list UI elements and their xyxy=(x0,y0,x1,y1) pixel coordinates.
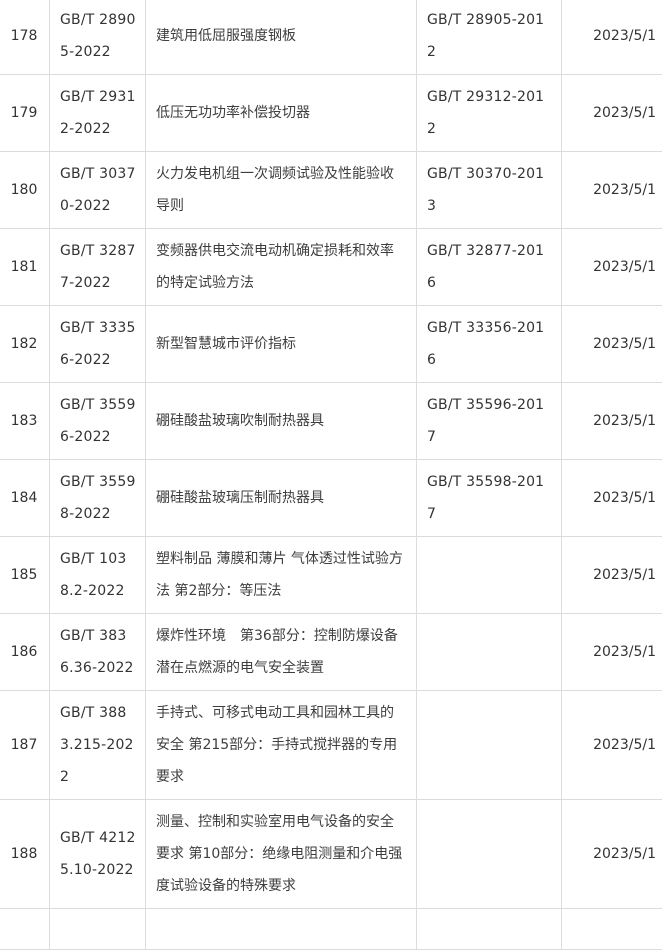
table-cell xyxy=(146,909,417,950)
implementation-date: 2023/5/1 xyxy=(562,383,662,460)
replaced-standard xyxy=(417,800,562,909)
table-row: 187GB/T 3883.215-2022手持式、可移式电动工具和园林工具的安全… xyxy=(0,691,662,800)
replaced-standard: GB/T 32877-2016 xyxy=(417,229,562,306)
replaced-standard xyxy=(417,691,562,800)
standard-code: GB/T 3836.36-2022 xyxy=(50,614,146,691)
standard-name: 新型智慧城市评价指标 xyxy=(146,306,417,383)
replaced-standard xyxy=(417,614,562,691)
row-number: 184 xyxy=(0,460,50,537)
replaced-standard: GB/T 30370-2013 xyxy=(417,152,562,229)
standards-table: 178GB/T 28905-2022建筑用低屈服强度钢板GB/T 28905-2… xyxy=(0,0,662,950)
standard-name: 硼硅酸盐玻璃压制耐热器具 xyxy=(146,460,417,537)
replaced-standard: GB/T 35596-2017 xyxy=(417,383,562,460)
standard-code: GB/T 42125.10-2022 xyxy=(50,800,146,909)
row-number: 182 xyxy=(0,306,50,383)
row-number: 186 xyxy=(0,614,50,691)
implementation-date: 2023/5/1 xyxy=(562,229,662,306)
table-row: 180GB/T 30370-2022火力发电机组一次调频试验及性能验收导则GB/… xyxy=(0,152,662,229)
standard-code: GB/T 28905-2022 xyxy=(50,0,146,75)
standard-code: GB/T 35598-2022 xyxy=(50,460,146,537)
standards-table-body: 178GB/T 28905-2022建筑用低屈服强度钢板GB/T 28905-2… xyxy=(0,0,662,950)
table-cell xyxy=(562,909,662,950)
table-row: 179GB/T 29312-2022低压无功功率补偿投切器GB/T 29312-… xyxy=(0,75,662,152)
standard-code: GB/T 35596-2022 xyxy=(50,383,146,460)
standard-name: 塑料制品 薄膜和薄片 气体透过性试验方法 第2部分：等压法 xyxy=(146,537,417,614)
row-number: 180 xyxy=(0,152,50,229)
table-row: 188GB/T 42125.10-2022测量、控制和实验室用电气设备的安全要求… xyxy=(0,800,662,909)
standard-code: GB/T 1038.2-2022 xyxy=(50,537,146,614)
implementation-date: 2023/5/1 xyxy=(562,614,662,691)
replaced-standard: GB/T 35598-2017 xyxy=(417,460,562,537)
replaced-standard: GB/T 29312-2012 xyxy=(417,75,562,152)
row-number: 187 xyxy=(0,691,50,800)
replaced-standard xyxy=(417,537,562,614)
table-row: 186GB/T 3836.36-2022爆炸性环境 第36部分：控制防爆设备潜在… xyxy=(0,614,662,691)
implementation-date: 2023/5/1 xyxy=(562,460,662,537)
implementation-date: 2023/5/1 xyxy=(562,152,662,229)
table-row: 181GB/T 32877-2022变频器供电交流电动机确定损耗和效率的特定试验… xyxy=(0,229,662,306)
implementation-date: 2023/5/1 xyxy=(562,306,662,383)
implementation-date: 2023/5/1 xyxy=(562,537,662,614)
table-row: 178GB/T 28905-2022建筑用低屈服强度钢板GB/T 28905-2… xyxy=(0,0,662,75)
standard-code: GB/T 33356-2022 xyxy=(50,306,146,383)
table-row: 182GB/T 33356-2022新型智慧城市评价指标GB/T 33356-2… xyxy=(0,306,662,383)
row-number: 185 xyxy=(0,537,50,614)
implementation-date: 2023/5/1 xyxy=(562,75,662,152)
replaced-standard: GB/T 28905-2012 xyxy=(417,0,562,75)
table-cell xyxy=(0,909,50,950)
row-number: 178 xyxy=(0,0,50,75)
standard-name: 低压无功功率补偿投切器 xyxy=(146,75,417,152)
table-row: 185GB/T 1038.2-2022塑料制品 薄膜和薄片 气体透过性试验方法 … xyxy=(0,537,662,614)
implementation-date: 2023/5/1 xyxy=(562,691,662,800)
standard-name: 测量、控制和实验室用电气设备的安全要求 第10部分：绝缘电阻测量和介电强度试验设… xyxy=(146,800,417,909)
row-number: 188 xyxy=(0,800,50,909)
row-number: 181 xyxy=(0,229,50,306)
table-row xyxy=(0,909,662,950)
standard-code: GB/T 29312-2022 xyxy=(50,75,146,152)
implementation-date: 2023/5/1 xyxy=(562,0,662,75)
table-row: 183GB/T 35596-2022硼硅酸盐玻璃吹制耐热器具GB/T 35596… xyxy=(0,383,662,460)
implementation-date: 2023/5/1 xyxy=(562,800,662,909)
standard-name: 爆炸性环境 第36部分：控制防爆设备潜在点燃源的电气安全装置 xyxy=(146,614,417,691)
row-number: 179 xyxy=(0,75,50,152)
standard-name: 建筑用低屈服强度钢板 xyxy=(146,0,417,75)
standard-code: GB/T 30370-2022 xyxy=(50,152,146,229)
table-cell xyxy=(417,909,562,950)
standard-name: 火力发电机组一次调频试验及性能验收导则 xyxy=(146,152,417,229)
table-row: 184GB/T 35598-2022硼硅酸盐玻璃压制耐热器具GB/T 35598… xyxy=(0,460,662,537)
standard-name: 变频器供电交流电动机确定损耗和效率的特定试验方法 xyxy=(146,229,417,306)
replaced-standard: GB/T 33356-2016 xyxy=(417,306,562,383)
standard-name: 硼硅酸盐玻璃吹制耐热器具 xyxy=(146,383,417,460)
standard-code: GB/T 32877-2022 xyxy=(50,229,146,306)
row-number: 183 xyxy=(0,383,50,460)
table-cell xyxy=(50,909,146,950)
standard-code: GB/T 3883.215-2022 xyxy=(50,691,146,800)
standard-name: 手持式、可移式电动工具和园林工具的安全 第215部分：手持式搅拌器的专用要求 xyxy=(146,691,417,800)
